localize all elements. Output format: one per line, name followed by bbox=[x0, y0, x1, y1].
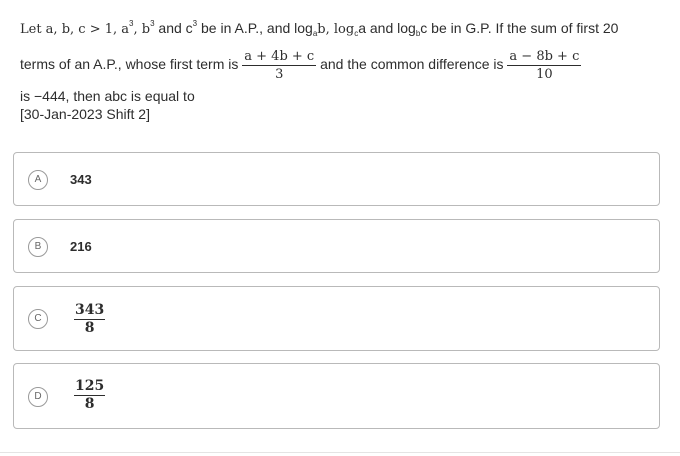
fraction-denominator: 3 bbox=[275, 67, 284, 82]
option-value: 343 bbox=[70, 172, 92, 187]
fraction-denominator: 10 bbox=[536, 67, 553, 82]
log-argument: c be in G.P. If the sum of first 20 bbox=[420, 20, 619, 36]
question-text-segment: is −444, then abc is equal to bbox=[20, 88, 195, 104]
option-d[interactable]: D 125 8 bbox=[13, 363, 660, 429]
fraction-numerator: a − 8b + c bbox=[507, 49, 582, 66]
option-letter-circle: A bbox=[28, 170, 48, 190]
option-fraction: 343 8 bbox=[74, 302, 106, 337]
log-argument: b, log bbox=[317, 22, 355, 37]
fraction-numerator: 343 bbox=[74, 302, 106, 320]
option-letter-circle: B bbox=[28, 237, 48, 257]
question-text-segment: and c bbox=[154, 20, 193, 36]
option-value: 216 bbox=[70, 239, 92, 254]
first-term-fraction: a + 4b + c 3 bbox=[242, 48, 317, 83]
question-vars: , b bbox=[133, 22, 151, 37]
question-line-1: Let a, b, c > 1, a3, b3 and c3 be in A.P… bbox=[20, 18, 618, 40]
option-letter-circle: C bbox=[28, 309, 48, 329]
question-line-2: terms of an A.P., whose first term is a … bbox=[20, 48, 582, 83]
question-text-segment: and the common difference is bbox=[320, 56, 504, 73]
fraction-numerator: a + 4b + c bbox=[242, 49, 317, 66]
option-letter-circle: D bbox=[28, 387, 48, 407]
option-c[interactable]: C 343 8 bbox=[13, 286, 660, 351]
question-line-3: is −444, then abc is equal to bbox=[20, 86, 195, 106]
option-a[interactable]: A 343 bbox=[13, 152, 660, 206]
question-text-segment: terms of an A.P., whose first term is bbox=[20, 56, 239, 73]
log-argument: a and log bbox=[358, 20, 416, 36]
option-b[interactable]: B 216 bbox=[13, 219, 660, 273]
question-text-segment: be in A.P., and log bbox=[197, 20, 313, 36]
exam-source-label: [30-Jan-2023 Shift 2] bbox=[20, 106, 150, 122]
common-difference-fraction: a − 8b + c 10 bbox=[507, 48, 582, 83]
question-source: [30-Jan-2023 Shift 2] bbox=[20, 104, 150, 124]
bottom-divider bbox=[0, 452, 680, 453]
question-vars: Let a, b, c > 1, a bbox=[20, 22, 130, 37]
fraction-numerator: 125 bbox=[74, 378, 106, 396]
fraction-denominator: 8 bbox=[84, 396, 95, 412]
option-fraction: 125 8 bbox=[74, 378, 106, 413]
fraction-denominator: 8 bbox=[84, 320, 95, 336]
